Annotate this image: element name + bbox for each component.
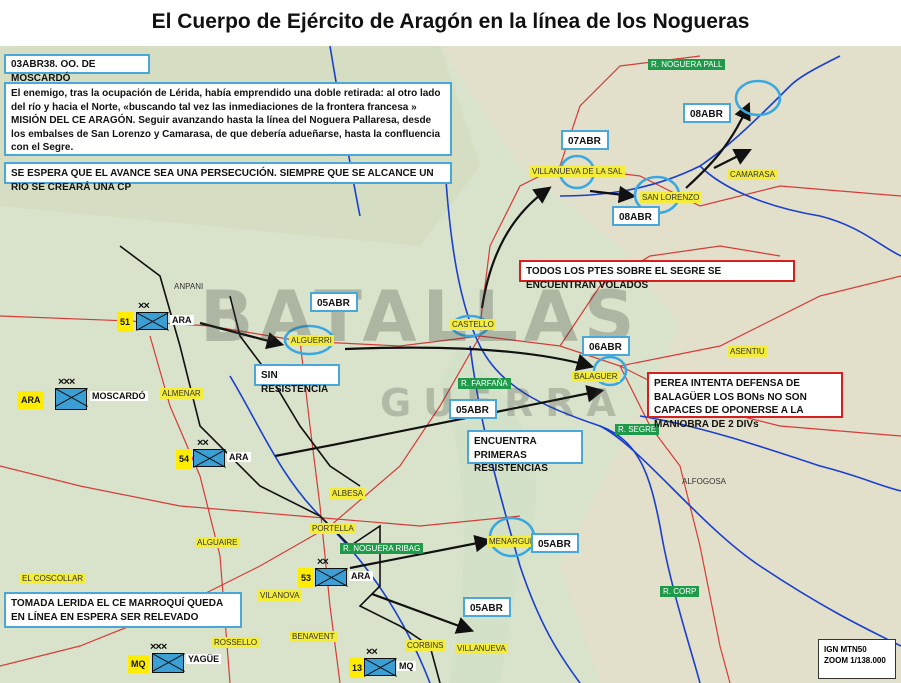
unit-number: ARA (18, 391, 44, 409)
date-05abr-alguerri: 05ABR (310, 292, 358, 312)
place-san-lorenzo: SAN LORENZO (640, 192, 702, 203)
place-villanueva-sal: VILLANUEVA DE LA SAL (530, 166, 625, 177)
unit-number: 51 (117, 312, 134, 332)
date-08abr-noguera: 08ABR (683, 103, 731, 123)
map-area[interactable]: BATALLAS GUERRA CIVIL R. NOGUERA PALL VI… (0, 46, 901, 683)
unit-mq-yague[interactable]: ××× MQ YAGÜE (128, 641, 238, 673)
place-portella: PORTELLA (310, 523, 356, 534)
unit-number: 13 (349, 658, 366, 678)
infantry-symbol-icon (315, 568, 347, 586)
unit-parent: ARA (227, 452, 251, 462)
unit-size-marker: ××× (58, 376, 75, 388)
place-farfana: R. FARFAÑA (458, 378, 511, 389)
unit-parent: ARA (170, 315, 194, 325)
date-06abr: 06ABR (582, 336, 630, 356)
bridges-box: TODOS LOS PTES SOBRE EL SEGRE SE ENCUENT… (519, 260, 795, 291)
place-corp: R. CORP (660, 586, 700, 597)
place-vilanova: VILANOVA (258, 590, 302, 601)
map-title: El Cuerpo de Ejército de Aragón en la lí… (151, 10, 750, 33)
unit-parent: MQ (397, 661, 416, 671)
unit-ara-moscardo[interactable]: ××× ARA MOSCARDÓ (18, 376, 158, 410)
infantry-symbol-icon (136, 312, 168, 330)
unit-number: 53 (298, 568, 315, 588)
unit-size-marker: ×× (138, 300, 150, 312)
place-alguerri: ALGUERRI (289, 335, 334, 346)
place-noguera-pall: R. NOGUERA PALL (648, 59, 726, 70)
date-08abr-sanlorenzo: 08ABR (612, 206, 660, 226)
unit-size-marker: ××× (150, 641, 167, 653)
first-resistance-box: ENCUENTRA PRIMERAS RESISTENCIAS (467, 430, 583, 474)
place-segre: R. SEGRE (615, 424, 660, 435)
unit-size-marker: ×× (197, 437, 209, 449)
place-corbins: CORBINS (405, 640, 446, 651)
place-noguera-ribag: R. NOGUERA RIBAG (340, 543, 424, 554)
date-05abr-menarguens: 05ABR (531, 533, 579, 553)
place-asentiu: ASENTIU (728, 346, 767, 357)
infantry-symbol-icon (152, 653, 184, 673)
place-villanueva: VILLANUEVA (455, 643, 508, 654)
map-scale-box: IGN MTN50 ZOOM 1/138.000 (818, 639, 896, 679)
place-camarasa: CAMARASA (728, 169, 777, 180)
intro-box: El enemigo, tras la ocupación de Lérida,… (4, 82, 452, 156)
no-resistance-box: SIN RESISTENCIA (254, 364, 340, 395)
infantry-symbol-icon (55, 388, 87, 410)
orders-header-box: 03ABR38. OO. DE MOSCARDÓ (4, 54, 150, 84)
expectation-box: SE ESPERA QUE EL AVANCE SEA UNA PERSECUC… (4, 162, 452, 193)
unit-commander: MOSCARDÓ (90, 391, 148, 401)
place-almenar: ALMENAR (160, 388, 203, 399)
unit-51-ara[interactable]: ×× 51 ARA (117, 300, 227, 332)
perea-box: PEREA INTENTA DEFENSA DE BALAGÜER LOS BO… (647, 372, 843, 430)
date-05abr-castello: 05ABR (449, 399, 497, 419)
unit-size-marker: ×× (317, 556, 329, 568)
date-05abr-villanueva: 05ABR (463, 597, 511, 617)
place-alfogosa: ALFOGOSA (682, 477, 727, 486)
place-castello: CASTELLO (450, 319, 496, 330)
unit-53-ara[interactable]: ×× 53 ARA (298, 556, 378, 588)
place-rossello: ROSSELLO (212, 637, 260, 648)
place-albesa: ALBESA (330, 488, 366, 499)
place-balaguer: BALAGUER (572, 371, 620, 382)
lerida-box: TOMADA LERIDA EL CE MARROQUÍ QUEDA EN LÍ… (4, 592, 242, 628)
place-alguaire: ALGUAIRE (195, 537, 240, 548)
unit-size-marker: ×× (366, 646, 378, 658)
infantry-symbol-icon (364, 658, 396, 676)
unit-13-mq[interactable]: ×× 13 MQ (349, 646, 429, 678)
place-benavent: BENAVENT (290, 631, 337, 642)
place-el-coscollar: EL COSCOLLAR (20, 573, 86, 584)
scale-source: IGN MTN50 (824, 645, 867, 654)
date-07abr: 07ABR (561, 130, 609, 150)
unit-54-ara[interactable]: ×× 54 ARA (176, 437, 256, 469)
scale-zoom: ZOOM 1/138.000 (824, 656, 886, 665)
unit-commander: YAGÜE (186, 654, 222, 664)
unit-number: 54 (176, 449, 193, 469)
infantry-symbol-icon (193, 449, 225, 467)
place-anpani: ANPANI (174, 282, 204, 291)
unit-number: MQ (128, 655, 149, 673)
unit-parent: ARA (349, 571, 373, 581)
